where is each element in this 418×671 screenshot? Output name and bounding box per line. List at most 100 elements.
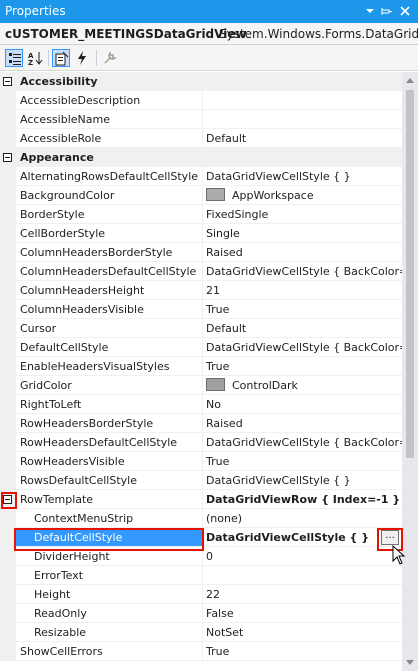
property-value-text: ControlDark <box>232 379 298 392</box>
property-row[interactable]: RowsDefaultCellStyle DataGridViewCellStyl… <box>0 471 402 490</box>
property-value[interactable]: True <box>206 642 402 661</box>
property-name-label: ContextMenuStrip <box>34 512 134 525</box>
property-value[interactable]: 21 <box>206 281 402 300</box>
property-value[interactable]: True <box>206 300 402 319</box>
property-value[interactable]: Default <box>206 129 402 148</box>
object-type: System.Windows.Forms.DataGridVi <box>219 27 418 41</box>
column-divider <box>202 490 203 509</box>
property-value[interactable]: 0 <box>206 547 402 566</box>
property-value[interactable]: ControlDark <box>206 376 402 395</box>
property-row[interactable]: BackgroundColor AppWorkspace <box>0 186 402 205</box>
collapse-icon[interactable] <box>3 153 12 162</box>
property-value[interactable]: True <box>206 357 402 376</box>
object-name: cUSTOMER_MEETINGSDataGridView <box>5 27 247 41</box>
scroll-down-arrow-icon[interactable] <box>406 660 414 665</box>
property-row[interactable]: Resizable NotSet <box>0 623 402 642</box>
property-row[interactable]: ColumnHeadersBorderStyle Raised <box>0 243 402 262</box>
row-gutter <box>0 338 16 357</box>
property-value[interactable]: (none) <box>206 509 402 528</box>
property-name-label: EnableHeadersVisualStyles <box>20 360 170 373</box>
scroll-up-arrow-icon[interactable] <box>406 78 414 83</box>
row-gutter <box>0 357 16 376</box>
property-row[interactable]: ColumnHeadersVisible True <box>0 300 402 319</box>
property-row[interactable]: RowHeadersDefaultCellStyle DataGridViewCe… <box>0 433 402 452</box>
column-divider <box>202 623 203 642</box>
vertical-scrollbar[interactable] <box>402 72 418 671</box>
column-divider <box>202 91 203 110</box>
property-value-text: DataGridViewRow { Index=-1 } <box>206 493 401 506</box>
properties-icon[interactable] <box>52 49 70 67</box>
row-gutter <box>0 167 16 186</box>
events-icon[interactable] <box>73 49 91 67</box>
property-value[interactable]: False <box>206 604 402 623</box>
property-value[interactable]: AppWorkspace <box>206 186 402 205</box>
property-row[interactable]: AccessibleName <box>0 110 402 129</box>
property-row[interactable]: Height 22 <box>0 585 402 604</box>
property-row[interactable]: ErrorText <box>0 566 402 585</box>
property-value[interactable]: Raised <box>206 414 402 433</box>
property-value-text: DataGridViewCellStyle { } <box>206 170 351 183</box>
property-row[interactable]: AccessibleDescription <box>0 91 402 110</box>
property-row[interactable]: ColumnHeadersDefaultCellStyle DataGridVie… <box>0 262 402 281</box>
property-row[interactable]: GridColor ControlDark <box>0 376 402 395</box>
property-value[interactable]: Default <box>206 319 402 338</box>
property-value[interactable]: True <box>206 452 402 471</box>
column-divider <box>202 585 203 604</box>
column-divider <box>202 642 203 661</box>
property-row[interactable]: ColumnHeadersHeight 21 <box>0 281 402 300</box>
property-row[interactable]: RowHeadersBorderStyle Raised <box>0 414 402 433</box>
category-label: Appearance <box>20 151 94 164</box>
property-pages-icon[interactable] <box>101 49 119 67</box>
property-row[interactable]: RightToLeft No <box>0 395 402 414</box>
collapse-icon[interactable] <box>3 77 12 86</box>
category-row[interactable]: Accessibility <box>0 72 402 91</box>
column-divider <box>202 604 203 623</box>
property-value[interactable]: Single <box>206 224 402 243</box>
property-value[interactable]: DataGridViewCellStyle { } <box>206 471 402 490</box>
property-row[interactable]: BorderStyle FixedSingle <box>0 205 402 224</box>
property-value-text: No <box>206 398 221 411</box>
property-row[interactable]: RowHeadersVisible True <box>0 452 402 471</box>
object-selector[interactable]: cUSTOMER_MEETINGSDataGridView System.Win… <box>0 23 418 45</box>
property-row[interactable]: CellBorderStyle Single <box>0 224 402 243</box>
property-row[interactable]: RowTemplate DataGridViewRow { Index=-1 } <box>0 490 402 509</box>
window-title: Properties <box>5 4 66 18</box>
property-value-text: DataGridViewCellStyle { } <box>206 474 351 487</box>
property-value[interactable]: DataGridViewCellStyle { BackColor=C <box>206 338 402 357</box>
pin-icon[interactable] <box>379 3 395 19</box>
property-row[interactable]: DefaultCellStyle DataGridViewCellStyle { … <box>0 338 402 357</box>
dropdown-arrow-icon[interactable] <box>362 3 378 19</box>
row-gutter <box>0 300 16 319</box>
property-row[interactable]: ReadOnly False <box>0 604 402 623</box>
categorized-icon[interactable] <box>5 49 23 67</box>
property-row[interactable]: EnableHeadersVisualStyles True <box>0 357 402 376</box>
property-grid: Accessibility AccessibleDescription Access… <box>0 72 402 671</box>
property-value[interactable]: DataGridViewCellStyle { BackColor=C <box>206 433 402 452</box>
property-value[interactable]: FixedSingle <box>206 205 402 224</box>
column-divider <box>202 319 203 338</box>
property-value[interactable]: DataGridViewCellStyle { BackColor=C <box>206 262 402 281</box>
column-divider <box>202 395 203 414</box>
property-value[interactable]: DataGridViewCellStyle { } <box>206 167 402 186</box>
column-divider <box>202 433 203 452</box>
property-value[interactable]: No <box>206 395 402 414</box>
property-row[interactable]: ContextMenuStrip (none) <box>0 509 402 528</box>
alphabetical-icon[interactable]: AZ <box>26 49 44 67</box>
property-row[interactable]: AccessibleRole Default <box>0 129 402 148</box>
row-gutter <box>0 319 16 338</box>
category-row[interactable]: Appearance <box>0 148 402 167</box>
property-row[interactable]: AlternatingRowsDefaultCellStyle DataGridV… <box>0 167 402 186</box>
property-value[interactable]: Raised <box>206 243 402 262</box>
property-row[interactable]: ShowCellErrors True <box>0 642 402 661</box>
property-name-label: CellBorderStyle <box>20 227 106 240</box>
property-value[interactable]: DataGridViewCellStyle { } <box>206 528 402 547</box>
property-row[interactable]: Cursor Default <box>0 319 402 338</box>
close-icon[interactable] <box>397 3 413 19</box>
property-value-text: 21 <box>206 284 220 297</box>
scrollbar-thumb[interactable] <box>406 90 414 458</box>
property-name-label: AccessibleDescription <box>20 94 141 107</box>
property-value-text: Default <box>206 132 247 145</box>
property-value[interactable]: 22 <box>206 585 402 604</box>
property-value[interactable]: DataGridViewRow { Index=-1 } <box>206 490 402 509</box>
property-value[interactable]: NotSet <box>206 623 402 642</box>
